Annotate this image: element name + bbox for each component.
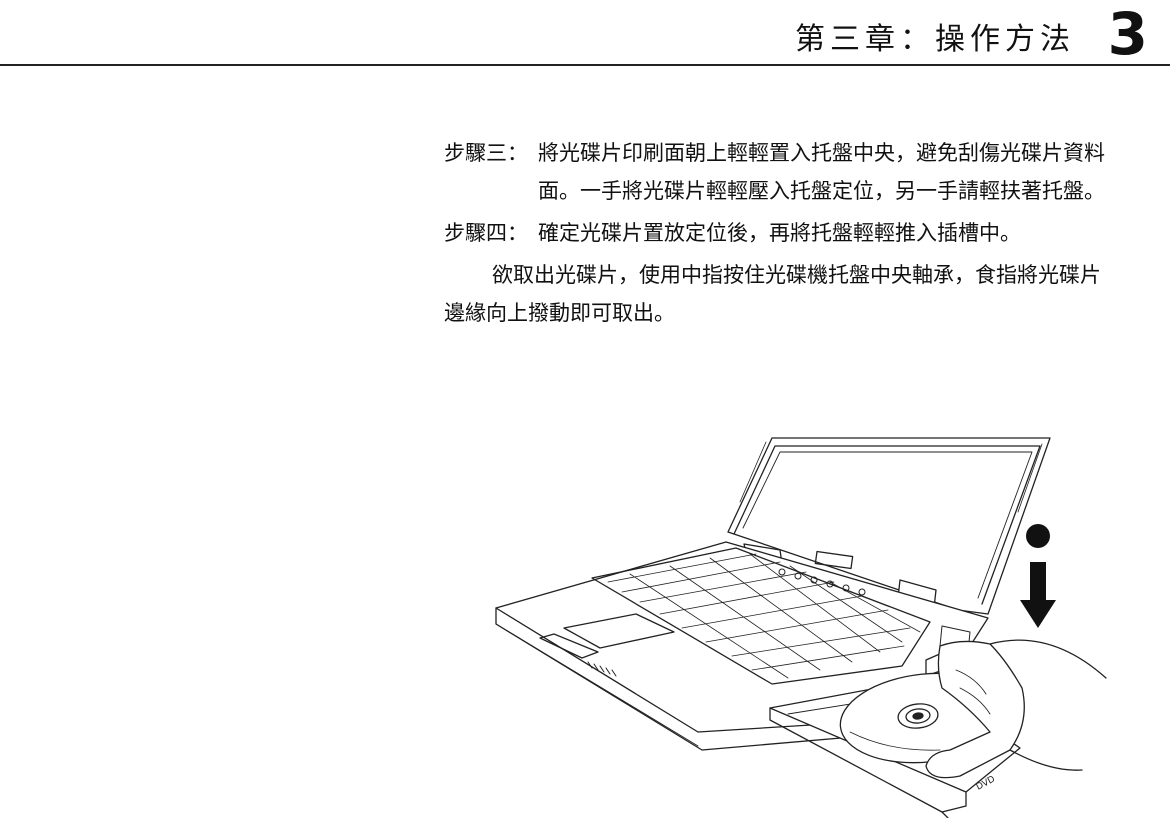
header-rule <box>0 64 1170 66</box>
step-4-label: 步驟四： <box>444 221 528 245</box>
step-4: 步驟四： 確定光碟片置放定位後，再將托盤輕輕推入插槽中。 <box>444 214 1144 252</box>
laptop-disc-illustration: DVD <box>490 432 1110 818</box>
chapter-title: 第三章：操作方法 <box>795 22 1075 57</box>
step-3-label: 步驟三： <box>444 141 528 165</box>
instructions: 步驟三： 將光碟片印刷面朝上輕輕置入托盤中央，避免刮傷光碟片資料面。一手將光碟片… <box>444 134 1144 332</box>
chapter-number: 3 <box>1107 0 1148 68</box>
page-header: 第三章：操作方法 3 <box>0 0 1170 66</box>
step-4-text: 確定光碟片置放定位後，再將托盤輕輕推入插槽中。 <box>538 221 1021 245</box>
indicator-dot <box>1026 524 1050 548</box>
step-3-text: 將光碟片印刷面朝上輕輕置入托盤中央，避免刮傷光碟片資料面。一手將光碟片輕輕壓入托… <box>538 141 1105 203</box>
removal-paragraph: 欲取出光碟片，使用中指按住光碟機托盤中央軸承，食指將光碟片邊緣向上撥動即可取出。 <box>444 263 1101 325</box>
laptop-drawing: DVD <box>495 437 1107 818</box>
down-arrow-icon <box>1020 562 1056 628</box>
step-3: 步驟三： 將光碟片印刷面朝上輕輕置入托盤中央，避免刮傷光碟片資料面。一手將光碟片… <box>444 134 1144 210</box>
